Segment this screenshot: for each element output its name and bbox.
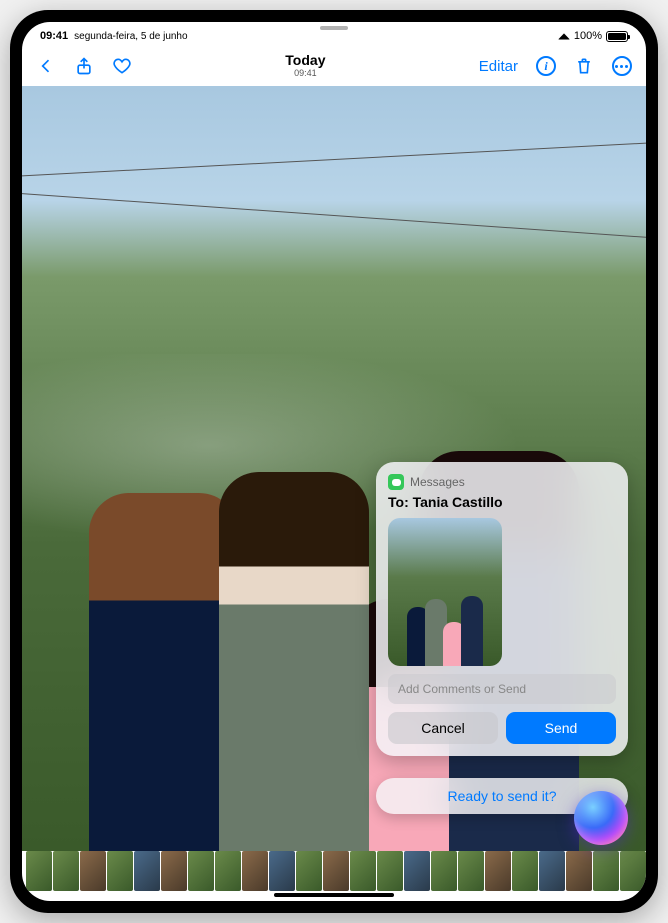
message-comment-input[interactable]: Add Comments or Send <box>388 674 616 704</box>
thumbnail[interactable] <box>350 851 376 891</box>
siri-app-header: Messages <box>388 474 616 490</box>
thumbnail[interactable] <box>26 851 52 891</box>
thumbnail[interactable] <box>431 851 457 891</box>
info-icon: i <box>536 56 556 76</box>
siri-button-row: Cancel Send <box>388 712 616 744</box>
heart-icon <box>112 56 132 76</box>
chevron-left-icon <box>36 56 56 76</box>
battery-percent: 100% <box>574 30 602 42</box>
messages-app-icon <box>388 474 404 490</box>
info-button[interactable]: i <box>536 56 556 76</box>
siri-orb[interactable] <box>574 791 628 845</box>
thumbnail[interactable] <box>134 851 160 891</box>
multitask-pill[interactable] <box>320 26 348 30</box>
nav-subtitle: 09:41 <box>285 69 325 79</box>
battery-icon <box>606 31 628 42</box>
status-right: 100% <box>558 30 628 42</box>
share-button[interactable] <box>74 56 94 76</box>
nav-title: Today <box>285 53 325 68</box>
thumbnail[interactable] <box>458 851 484 891</box>
status-date: segunda-feira, 5 de junho <box>74 31 187 42</box>
photos-nav-bar: Today 09:41 Editar i <box>22 46 646 86</box>
favorite-button[interactable] <box>112 56 132 76</box>
ipad-device-frame: 09:41 segunda-feira, 5 de junho 100% <box>10 10 658 913</box>
home-indicator[interactable] <box>274 893 394 897</box>
back-button[interactable] <box>36 56 56 76</box>
thumbnail[interactable] <box>566 851 592 891</box>
cancel-button[interactable]: Cancel <box>388 712 498 744</box>
thumbnail[interactable] <box>323 851 349 891</box>
more-button[interactable] <box>612 56 632 76</box>
thumbnail[interactable] <box>242 851 268 891</box>
thumbnail[interactable] <box>593 851 619 891</box>
message-photo-attachment[interactable] <box>388 518 502 666</box>
photo-decoration <box>22 132 646 270</box>
ellipsis-icon <box>612 56 632 76</box>
status-left: 09:41 segunda-feira, 5 de junho <box>40 30 188 42</box>
thumbnail[interactable] <box>296 851 322 891</box>
thumbnail[interactable] <box>377 851 403 891</box>
thumbnail[interactable] <box>512 851 538 891</box>
thumbnail[interactable] <box>80 851 106 891</box>
thumbnail[interactable] <box>269 851 295 891</box>
edit-button[interactable]: Editar <box>479 58 518 75</box>
wifi-icon <box>558 33 570 39</box>
thumbnail[interactable] <box>215 851 241 891</box>
thumbnail[interactable] <box>404 851 430 891</box>
trash-icon <box>574 56 594 76</box>
send-button[interactable]: Send <box>506 712 616 744</box>
thumbnail-strip[interactable] <box>22 851 646 891</box>
thumbnail[interactable] <box>485 851 511 891</box>
screen: 09:41 segunda-feira, 5 de junho 100% <box>22 22 646 901</box>
siri-recipient: To: Tania Castillo <box>388 494 616 510</box>
nav-title-group: Today 09:41 <box>285 53 325 78</box>
siri-prompt-text: Ready to send it? <box>448 788 557 804</box>
delete-button[interactable] <box>574 56 594 76</box>
thumbnail[interactable] <box>53 851 79 891</box>
thumbnail[interactable] <box>188 851 214 891</box>
siri-messages-card: Messages To: Tania Castillo Add Comments… <box>376 462 628 756</box>
status-time: 09:41 <box>40 30 68 42</box>
thumbnail[interactable] <box>539 851 565 891</box>
thumbnail[interactable] <box>620 851 646 891</box>
siri-app-name: Messages <box>410 475 465 489</box>
share-icon <box>74 56 94 76</box>
thumbnail[interactable] <box>107 851 133 891</box>
thumbnail[interactable] <box>161 851 187 891</box>
